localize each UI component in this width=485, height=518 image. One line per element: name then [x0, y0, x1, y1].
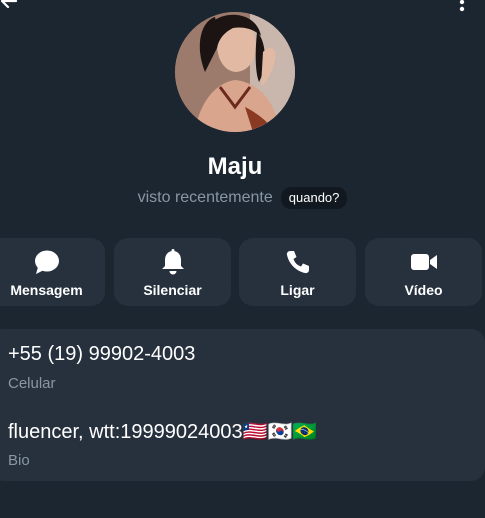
bio-label: Bio: [8, 452, 30, 469]
phone-number[interactable]: +55 (19) 99902-4003: [8, 343, 195, 366]
status-row: visto recentemente quando?: [0, 186, 485, 210]
info-card: +55 (19) 99902-4003 Celular fluencer, wt…: [0, 329, 485, 481]
phone-icon: [286, 251, 309, 274]
video-button-label: Vídeo: [404, 282, 443, 298]
mute-button-label: Silenciar: [143, 282, 202, 298]
video-button[interactable]: Vídeo: [365, 238, 482, 306]
more-options-icon[interactable]: [455, 0, 469, 16]
video-camera-icon: [410, 254, 437, 270]
profile-name: Maju: [207, 153, 263, 180]
last-seen-text: visto recentemente: [137, 189, 273, 206]
back-arrow-icon[interactable]: [0, 0, 20, 12]
bio-text[interactable]: fluencer, wtt:19999024003🇱🇷🇰🇷🇧🇷: [8, 419, 317, 444]
call-button-label: Ligar: [280, 282, 315, 298]
call-button[interactable]: Ligar: [239, 238, 356, 306]
bell-icon: [161, 249, 184, 275]
message-button[interactable]: Mensagem: [0, 238, 105, 306]
message-button-label: Mensagem: [10, 282, 83, 298]
phone-label: Celular: [8, 375, 56, 392]
avatar[interactable]: [175, 12, 295, 132]
avatar-photo: [175, 12, 295, 132]
when-button[interactable]: quando?: [280, 187, 348, 209]
chat-bubble-icon: [34, 250, 59, 274]
mute-button[interactable]: Silenciar: [114, 238, 231, 306]
